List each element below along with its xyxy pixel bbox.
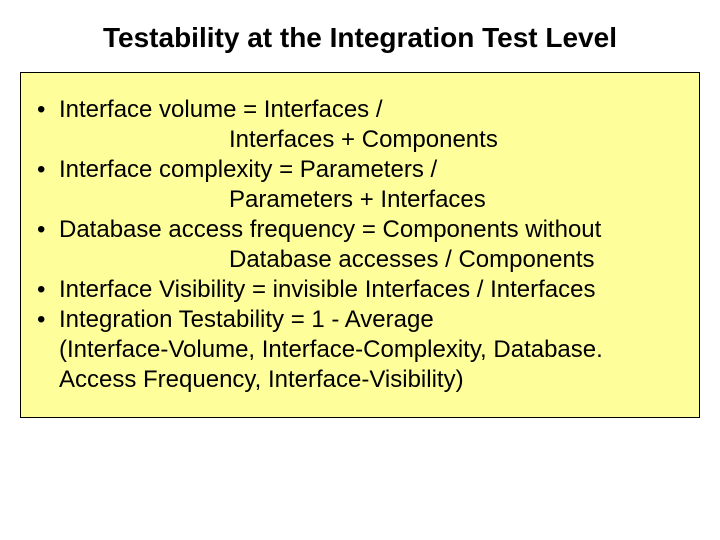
bullet-text: Database access frequency = Components w…: [59, 216, 601, 243]
bullet-list: Interface volume = Interfaces / Interfac…: [31, 95, 689, 395]
bullet-text: Integration Testability = 1 - Average: [59, 306, 434, 333]
content-box: Interface volume = Interfaces / Interfac…: [20, 72, 700, 418]
bullet-text-cont: Parameters + Interfaces: [59, 185, 689, 215]
bullet-text-cont: (Interface-Volume, Interface-Complexity,…: [59, 335, 689, 365]
list-item: Interface volume = Interfaces / Interfac…: [31, 95, 689, 155]
bullet-text: Interface complexity = Parameters /: [59, 156, 437, 183]
bullet-text: Interface volume = Interfaces /: [59, 96, 383, 123]
bullet-text-cont: Access Frequency, Interface-Visibility): [59, 365, 689, 395]
list-item: Interface Visibility = invisible Interfa…: [31, 275, 689, 305]
slide-title: Testability at the Integration Test Leve…: [0, 22, 720, 54]
list-item: Interface complexity = Parameters / Para…: [31, 155, 689, 215]
list-item: Integration Testability = 1 - Average (I…: [31, 305, 689, 395]
slide: Testability at the Integration Test Leve…: [0, 0, 720, 540]
bullet-text-cont: Database accesses / Components: [59, 245, 689, 275]
bullet-text: Interface Visibility = invisible Interfa…: [59, 276, 595, 303]
bullet-text-cont: Interfaces + Components: [59, 125, 689, 155]
list-item: Database access frequency = Components w…: [31, 215, 689, 275]
